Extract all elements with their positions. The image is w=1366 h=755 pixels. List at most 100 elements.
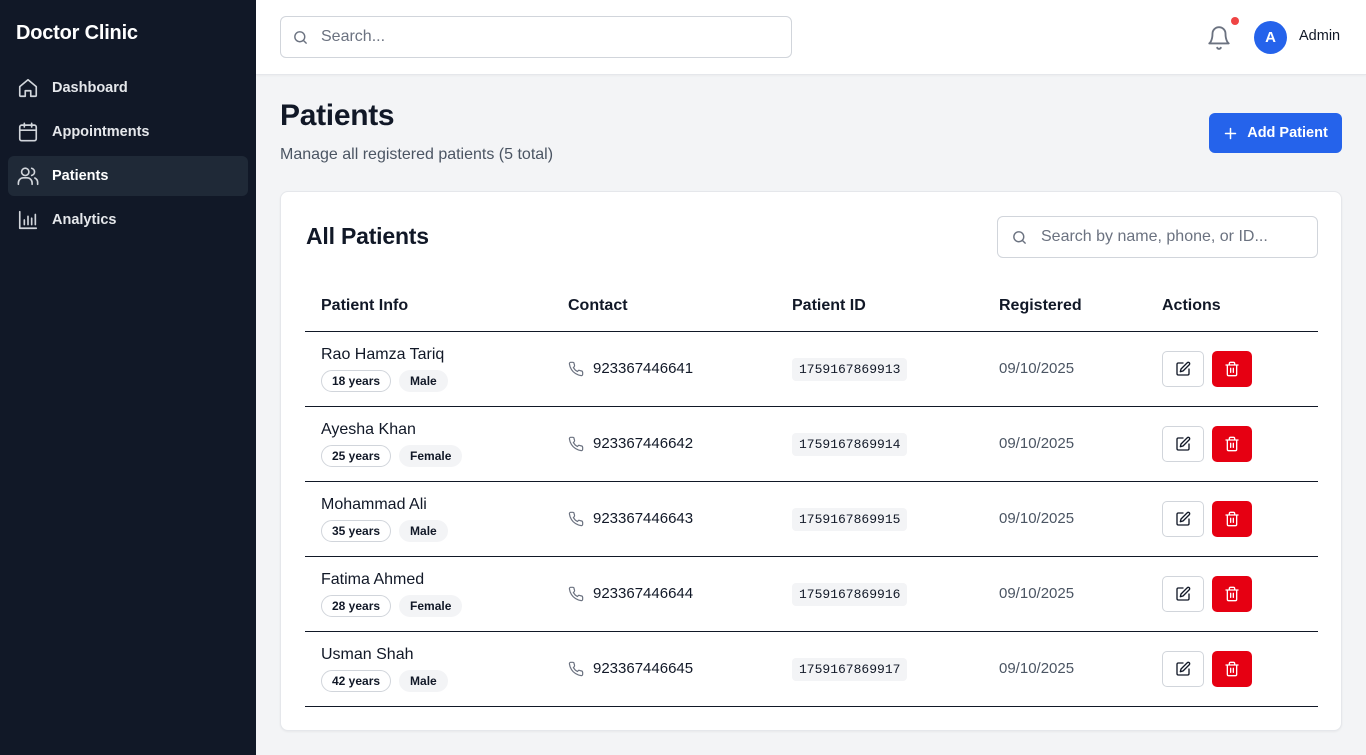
patient-tags: 35 years Male — [321, 519, 552, 542]
patient-search[interactable] — [997, 216, 1318, 258]
registered-cell: 09/10/2025 — [983, 556, 1146, 632]
table-row: Fatima Ahmed 28 years Female 92336744664… — [305, 556, 1318, 632]
page-subtitle: Manage all registered patients (5 total) — [280, 146, 554, 163]
contact-cell: 923367446645 — [552, 631, 776, 707]
edit-button[interactable] — [1162, 500, 1204, 537]
registered-date: 09/10/2025 — [999, 435, 1075, 452]
patient-name[interactable]: Ayesha Khan — [321, 421, 552, 439]
sidebar-item-patients[interactable]: Patients — [8, 156, 248, 196]
edit-icon — [1175, 661, 1191, 677]
delete-button[interactable] — [1212, 575, 1252, 612]
patient-name[interactable]: Fatima Ahmed — [321, 571, 552, 589]
age-badge: 35 years — [321, 519, 392, 542]
phone-icon — [568, 586, 584, 602]
top-bar: A Admin — [256, 0, 1366, 75]
edit-icon — [1175, 436, 1191, 452]
card-title: All Patients — [306, 223, 429, 249]
edit-icon — [1175, 586, 1191, 602]
edit-icon — [1175, 511, 1191, 527]
patient-phone: 923367446642 — [593, 435, 694, 452]
delete-button[interactable] — [1212, 650, 1252, 687]
actions-cell — [1146, 481, 1318, 557]
sidebar-item-label: Dashboard — [52, 80, 128, 96]
contact-cell: 923367446642 — [552, 406, 776, 482]
search-icon — [292, 29, 309, 46]
column-header: Registered — [983, 282, 1146, 332]
delete-button[interactable] — [1212, 425, 1252, 462]
global-search-input[interactable] — [321, 28, 761, 46]
patient-name[interactable]: Usman Shah — [321, 646, 552, 664]
registered-date: 09/10/2025 — [999, 360, 1075, 377]
plus-icon — [1223, 126, 1238, 141]
patient-name[interactable]: Rao Hamza Tariq — [321, 346, 552, 364]
users-icon — [17, 165, 39, 187]
user-name[interactable]: Admin — [1299, 28, 1340, 44]
patient-id-cell: 1759167869915 — [776, 481, 983, 557]
patient-tags: 18 years Male — [321, 369, 552, 392]
column-header: Actions — [1146, 282, 1318, 332]
sidebar-item-analytics[interactable]: Analytics — [8, 200, 248, 240]
patient-info-cell: Rao Hamza Tariq 18 years Male — [305, 331, 552, 407]
phone-icon — [568, 511, 584, 527]
edit-button[interactable] — [1162, 575, 1204, 612]
registered-cell: 09/10/2025 — [983, 481, 1146, 557]
age-badge: 25 years — [321, 444, 392, 467]
patients-card: All Patients Patient Info Contact Patien… — [280, 191, 1342, 731]
patient-phone: 923367446645 — [593, 660, 694, 677]
patient-tags: 28 years Female — [321, 594, 552, 617]
gender-badge: Female — [399, 444, 463, 467]
notification-dot — [1231, 17, 1239, 25]
edit-button[interactable] — [1162, 425, 1204, 462]
phone-icon — [568, 361, 584, 377]
registered-cell: 09/10/2025 — [983, 406, 1146, 482]
contact-cell: 923367446643 — [552, 481, 776, 557]
edit-button[interactable] — [1162, 350, 1204, 387]
registered-date: 09/10/2025 — [999, 585, 1075, 602]
home-icon — [17, 77, 39, 99]
patient-id: 1759167869915 — [792, 508, 908, 531]
sidebar-item-appointments[interactable]: Appointments — [8, 112, 248, 152]
column-header: Patient Info — [305, 282, 552, 332]
trash-icon — [1224, 661, 1240, 677]
contact-cell: 923367446644 — [552, 556, 776, 632]
sidebar-item-label: Appointments — [52, 124, 150, 140]
patient-search-input[interactable] — [1041, 228, 1301, 246]
table-row: Ayesha Khan 25 years Female 923367446642… — [305, 406, 1318, 482]
table-row: Usman Shah 42 years Male 923367446645 17… — [305, 631, 1318, 707]
patient-id: 1759167869913 — [792, 358, 908, 381]
page-title: Patients — [280, 99, 395, 132]
patient-info-cell: Mohammad Ali 35 years Male — [305, 481, 552, 557]
sidebar-item-dashboard[interactable]: Dashboard — [8, 68, 248, 108]
patient-info-cell: Usman Shah 42 years Male — [305, 631, 552, 707]
delete-button[interactable] — [1212, 350, 1252, 387]
edit-button[interactable] — [1162, 650, 1204, 687]
age-badge: 28 years — [321, 594, 392, 617]
registered-date: 09/10/2025 — [999, 660, 1075, 677]
actions-cell — [1146, 331, 1318, 407]
patient-tags: 25 years Female — [321, 444, 552, 467]
patient-id-cell: 1759167869914 — [776, 406, 983, 482]
patient-id-cell: 1759167869916 — [776, 556, 983, 632]
delete-button[interactable] — [1212, 500, 1252, 537]
global-search[interactable] — [280, 16, 792, 58]
sidebar-item-label: Analytics — [52, 212, 117, 228]
avatar[interactable]: A — [1254, 21, 1287, 54]
phone-icon — [568, 436, 584, 452]
add-patient-button[interactable]: Add Patient — [1209, 113, 1342, 153]
phone-icon — [568, 661, 584, 677]
patient-info-cell: Ayesha Khan 25 years Female — [305, 406, 552, 482]
bell-icon[interactable] — [1206, 25, 1232, 51]
actions-cell — [1146, 556, 1318, 632]
patients-table: Patient Info Contact Patient ID Register… — [305, 282, 1318, 707]
patient-id: 1759167869914 — [792, 433, 908, 456]
contact-cell: 923367446641 — [552, 331, 776, 407]
column-header: Patient ID — [776, 282, 983, 332]
patient-info-cell: Fatima Ahmed 28 years Female — [305, 556, 552, 632]
actions-cell — [1146, 631, 1318, 707]
table-row: Mohammad Ali 35 years Male 923367446643 … — [305, 481, 1318, 557]
patient-id: 1759167869917 — [792, 658, 908, 681]
registered-cell: 09/10/2025 — [983, 631, 1146, 707]
patient-name[interactable]: Mohammad Ali — [321, 496, 552, 514]
age-badge: 42 years — [321, 669, 392, 692]
trash-icon — [1224, 436, 1240, 452]
